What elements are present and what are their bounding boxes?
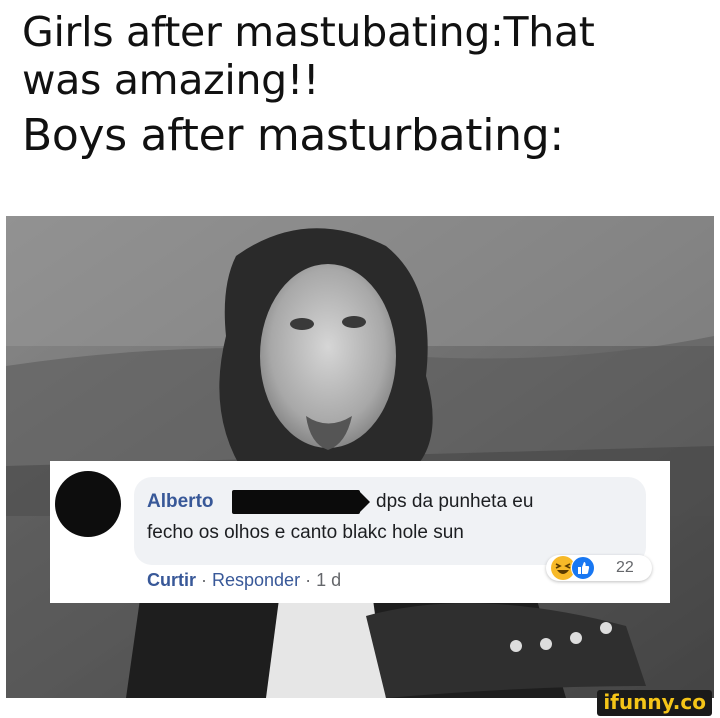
- separator: ·: [300, 570, 317, 590]
- comment-text-line-1: dps da punheta eu: [376, 491, 534, 512]
- facebook-comment: Alberto dps da punheta eu fecho os olhos…: [50, 461, 670, 603]
- caption-line-3: Boys after masturbating:: [22, 110, 564, 161]
- meme-caption: Girls after mastubating:That was amazing…: [22, 8, 712, 162]
- reaction-count: 22: [616, 559, 634, 576]
- redacted-name-bar: [232, 490, 360, 514]
- caption-line-2: was amazing!!: [22, 56, 320, 104]
- bw-photo-man-with-guitar: [6, 216, 714, 698]
- reactions-summary[interactable]: 22: [546, 555, 652, 581]
- redacted-avatar[interactable]: [55, 471, 121, 537]
- like-icon: [571, 556, 595, 580]
- like-link[interactable]: Curtir: [147, 570, 196, 590]
- comment-bubble: Alberto dps da punheta eu fecho os olhos…: [134, 477, 646, 565]
- ifunny-watermark: ifunny.co: [597, 690, 712, 716]
- comment-text-line-2: fecho os olhos e canto blakc hole sun: [147, 522, 464, 543]
- separator: ·: [196, 570, 212, 590]
- comment-author[interactable]: Alberto: [147, 491, 214, 513]
- comment-timestamp[interactable]: 1 d: [316, 570, 341, 590]
- redacted-name-bar-tip: [360, 492, 370, 512]
- reply-link[interactable]: Responder: [212, 570, 300, 590]
- caption-line-1: Girls after mastubating:That: [22, 8, 595, 56]
- comment-actions: Curtir · Responder · 1 d: [147, 570, 341, 591]
